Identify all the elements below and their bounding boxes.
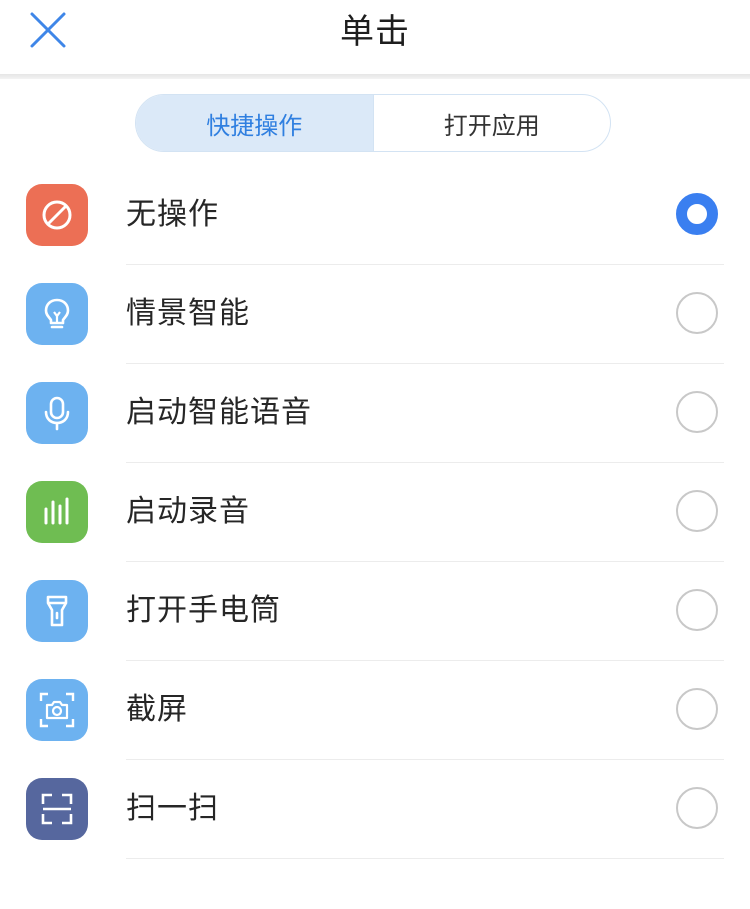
option-scan[interactable]: 扫一扫 — [0, 760, 750, 859]
option-label: 情景智能 — [126, 296, 250, 331]
microphone-icon — [26, 382, 88, 444]
radio-start-recording[interactable] — [676, 490, 718, 532]
header-divider — [0, 74, 750, 79]
radio-flashlight[interactable] — [676, 589, 718, 631]
option-flashlight[interactable]: 打开手电筒 — [0, 562, 750, 661]
radio-no-operation[interactable] — [676, 193, 718, 235]
radio-screenshot[interactable] — [676, 688, 718, 730]
radio-scenario-intelligence[interactable] — [676, 292, 718, 334]
header-bar: 单击 — [0, 0, 750, 74]
option-label: 启动录音 — [126, 494, 250, 529]
audio-bars-icon — [26, 481, 88, 543]
option-screenshot[interactable]: 截屏 — [0, 661, 750, 760]
page-title: 单击 — [340, 12, 410, 52]
no-operation-icon — [26, 184, 88, 246]
option-label: 截屏 — [126, 692, 188, 727]
option-no-operation[interactable]: 无操作 — [0, 166, 750, 265]
tab-open-app[interactable]: 打开应用 — [372, 95, 611, 151]
tab-quick-actions[interactable]: 快捷操作 — [136, 95, 373, 151]
option-label: 启动智能语音 — [126, 395, 312, 430]
option-list: 无操作 情景智能 启动智能语音 启动录音 打开手电筒 截屏 扫一扫 — [0, 166, 750, 859]
option-label: 无操作 — [126, 197, 219, 232]
option-label: 扫一扫 — [126, 791, 219, 826]
flashlight-icon — [26, 580, 88, 642]
option-start-recording[interactable]: 启动录音 — [0, 463, 750, 562]
screenshot-camera-icon — [26, 679, 88, 741]
radio-smart-voice[interactable] — [676, 391, 718, 433]
option-scenario-intelligence[interactable]: 情景智能 — [0, 265, 750, 364]
scan-icon — [26, 778, 88, 840]
lightbulb-icon — [26, 283, 88, 345]
row-divider — [126, 857, 724, 859]
mode-segmented-control: 快捷操作 打开应用 — [135, 94, 611, 152]
option-smart-voice[interactable]: 启动智能语音 — [0, 364, 750, 463]
option-label: 打开手电筒 — [126, 593, 281, 628]
radio-scan[interactable] — [676, 787, 718, 829]
